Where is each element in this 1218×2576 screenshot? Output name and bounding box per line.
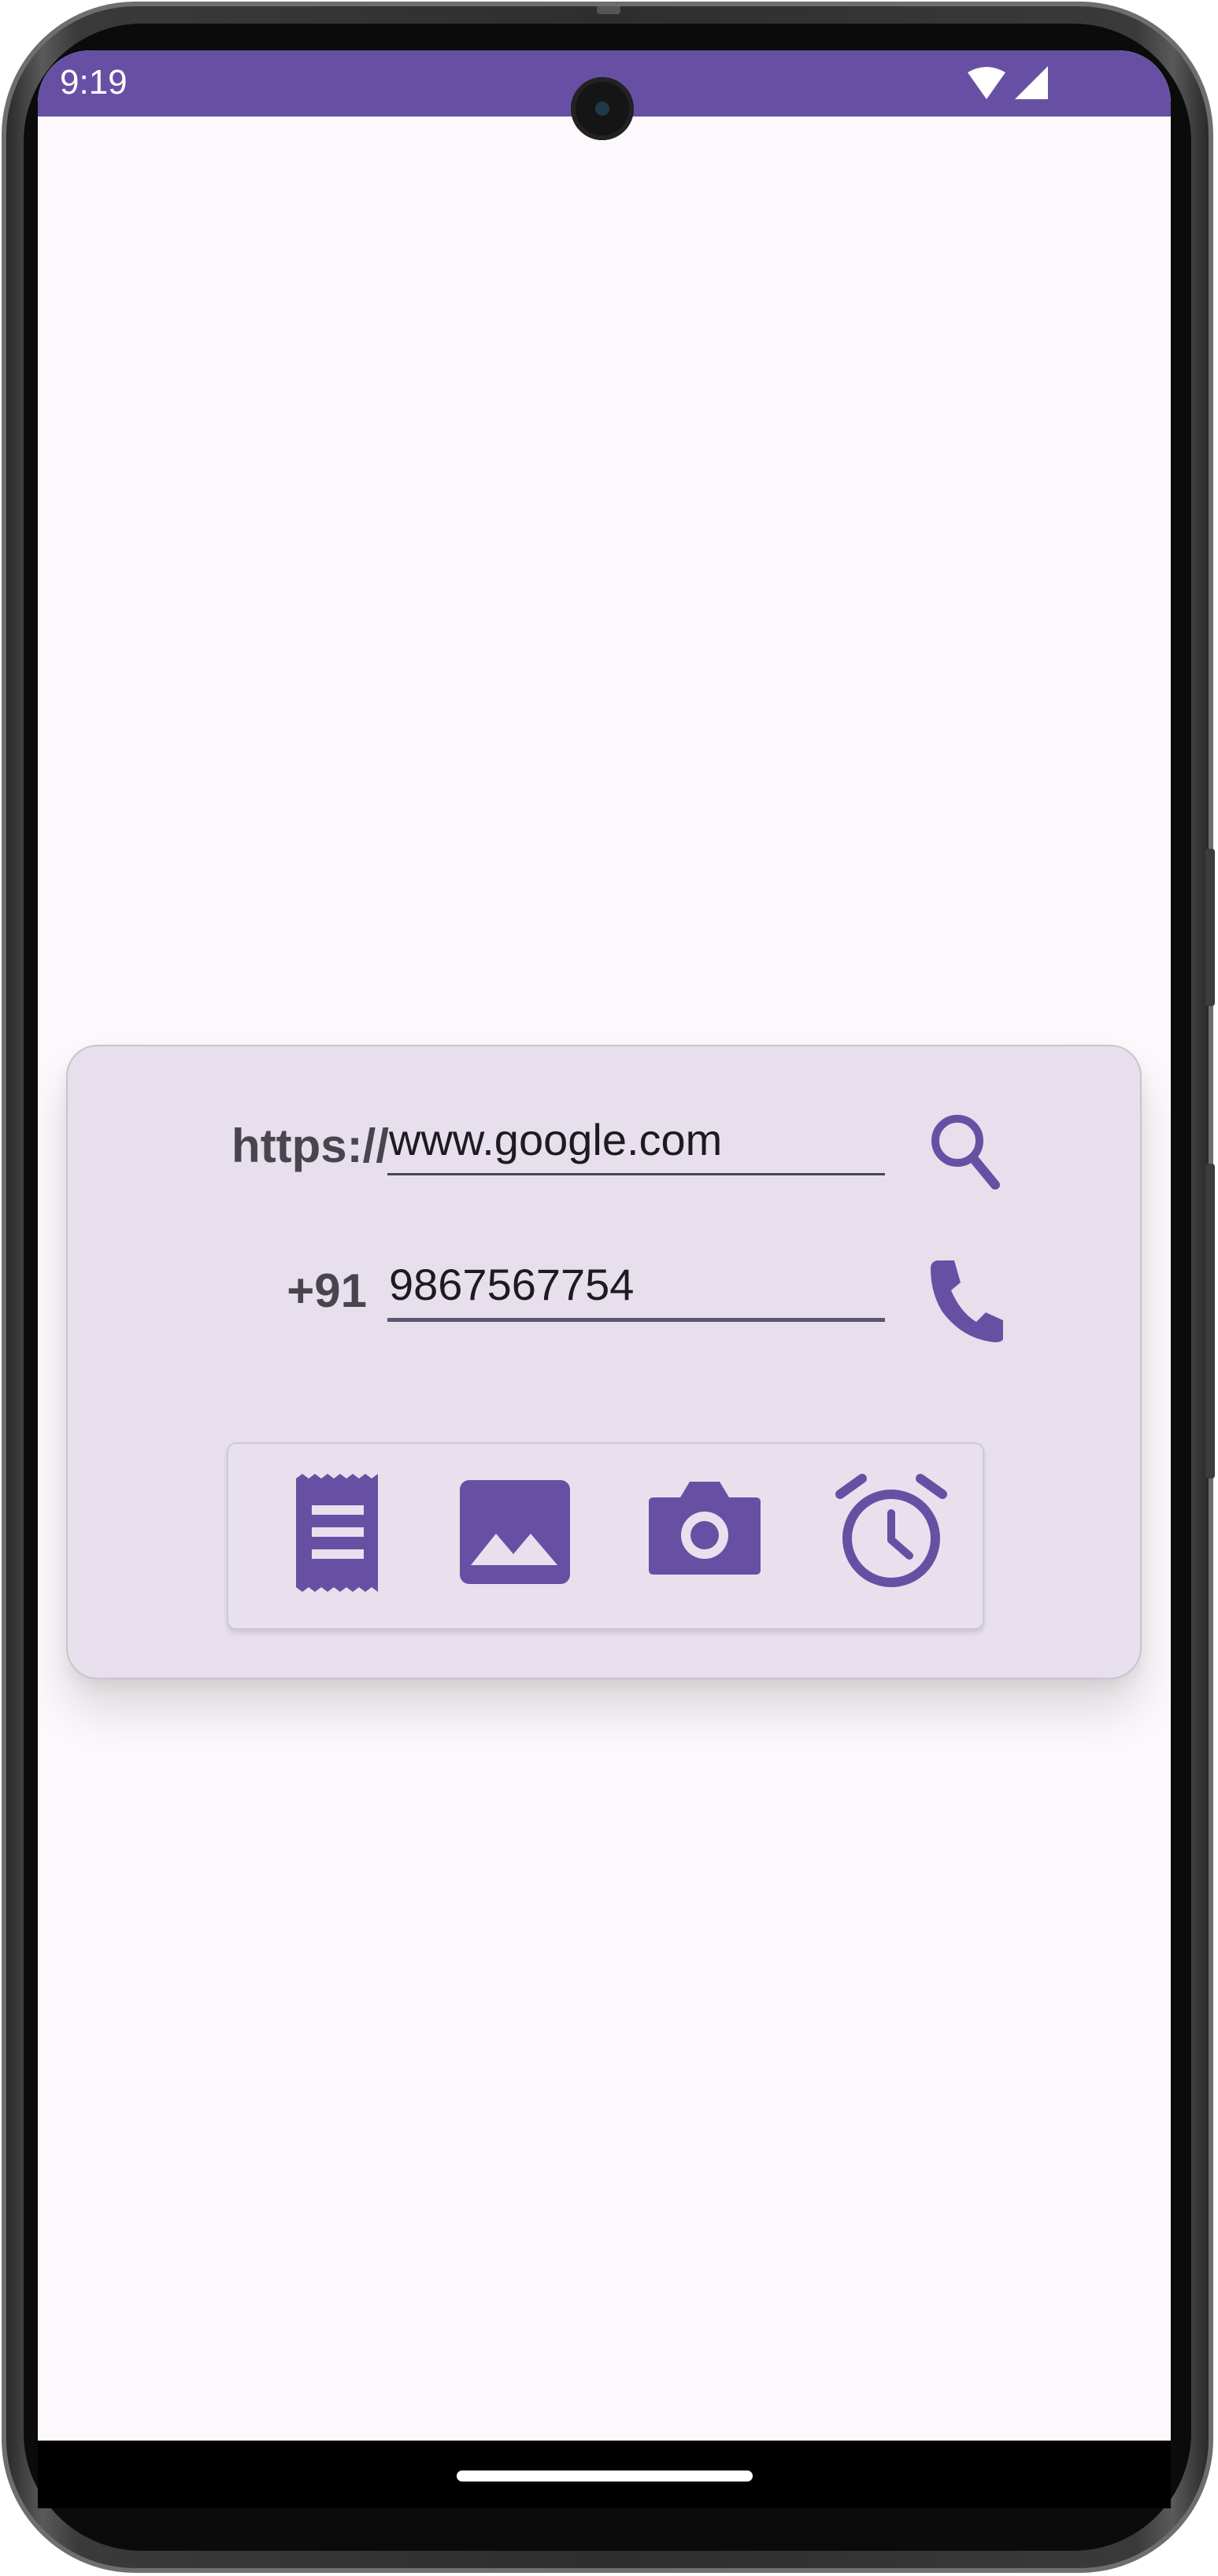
screen: 9:19 https:// www.google.com +91 9867567…	[38, 50, 1171, 2508]
quick-actions-toolbar	[227, 1442, 984, 1630]
status-time: 9:19	[60, 63, 128, 102]
input-card: https:// www.google.com +91 9867567754	[66, 1045, 1142, 1679]
search-button[interactable]	[926, 1109, 1005, 1196]
cellular-signal-icon	[1015, 66, 1048, 99]
alarm-icon	[835, 1474, 947, 1587]
phone-input[interactable]: 9867567754	[387, 1253, 885, 1322]
power-button	[1205, 1164, 1215, 1479]
camera-lens	[595, 102, 609, 116]
camera-icon	[649, 1482, 761, 1575]
alarm-button[interactable]	[832, 1474, 950, 1592]
gallery-button[interactable]	[457, 1474, 575, 1592]
url-input[interactable]: www.google.com	[387, 1106, 885, 1175]
url-input-value: www.google.com	[389, 1115, 723, 1164]
status-icons	[966, 65, 1053, 102]
phone-icon	[931, 1260, 1003, 1342]
phone-top-edge	[597, 6, 620, 14]
image-icon	[460, 1480, 570, 1584]
camera-button[interactable]	[646, 1474, 764, 1592]
wifi-icon	[968, 66, 1048, 99]
volume-button	[1205, 849, 1215, 1006]
search-icon	[931, 1115, 1000, 1190]
call-button[interactable]	[926, 1256, 1005, 1342]
phone-input-value: 9867567754	[389, 1260, 635, 1309]
front-camera	[571, 77, 634, 140]
url-prefix-label: https://	[231, 1120, 389, 1172]
home-gesture-handle[interactable]	[457, 2471, 753, 2482]
phone-prefix-label: +91	[287, 1264, 367, 1317]
receipt-icon	[296, 1474, 378, 1592]
page: 9:19 https:// www.google.com +91 9867567…	[0, 0, 1218, 2576]
receipt-button[interactable]	[277, 1474, 395, 1592]
